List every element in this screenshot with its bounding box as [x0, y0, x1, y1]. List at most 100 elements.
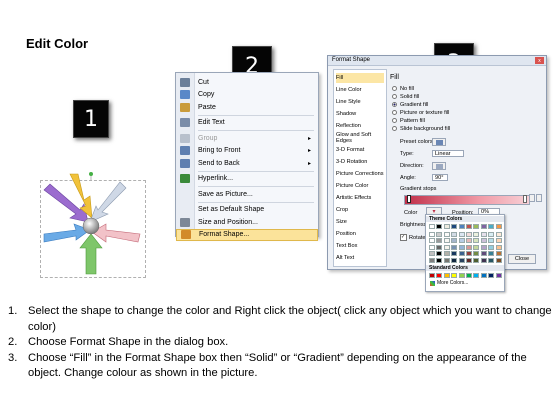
menu-item-11[interactable]: Size and Position...: [176, 216, 318, 228]
theme-color-swatch[interactable]: [473, 238, 480, 243]
standard-color-swatch[interactable]: [436, 273, 443, 278]
theme-color-swatch[interactable]: [466, 238, 472, 243]
theme-color-swatch[interactable]: [466, 231, 472, 237]
theme-color-swatch[interactable]: [458, 224, 465, 229]
theme-color-swatch[interactable]: [473, 257, 480, 263]
standard-color-swatch[interactable]: [466, 273, 472, 278]
theme-color-swatch[interactable]: [466, 251, 472, 256]
theme-color-swatch[interactable]: [473, 244, 480, 250]
fill-option[interactable]: Slide background fill: [392, 125, 450, 132]
theme-color-swatch[interactable]: [451, 251, 458, 256]
menu-item-9[interactable]: Save as Picture...: [176, 188, 318, 200]
menu-item-12[interactable]: Format Shape...: [176, 228, 318, 241]
menu-item-7[interactable]: Send to Back ▸: [176, 157, 318, 169]
add-stop-button[interactable]: [529, 194, 535, 202]
theme-color-swatch[interactable]: [451, 238, 458, 243]
radio-button[interactable]: [392, 102, 397, 107]
theme-color-swatch[interactable]: [488, 251, 495, 256]
category-item[interactable]: Shadow: [336, 109, 384, 119]
menu-item-6[interactable]: Bring to Front ▸: [176, 145, 318, 157]
theme-color-swatch[interactable]: [480, 224, 487, 229]
theme-color-swatch[interactable]: [443, 251, 450, 256]
menu-item-4[interactable]: Edit Text: [176, 117, 318, 129]
theme-color-swatch[interactable]: [466, 224, 472, 229]
fill-option[interactable]: Solid fill: [392, 93, 419, 100]
theme-color-swatch[interactable]: [495, 244, 502, 250]
theme-color-swatch[interactable]: [429, 231, 435, 237]
category-item[interactable]: Picture Color: [336, 181, 384, 191]
theme-color-swatch[interactable]: [480, 231, 487, 237]
theme-color-swatch[interactable]: [429, 257, 435, 263]
gradient-stop-1[interactable]: [407, 195, 411, 203]
gradient-stop-2[interactable]: [523, 195, 527, 203]
category-item[interactable]: Line Color: [336, 85, 384, 95]
menu-item-1[interactable]: Cut: [176, 76, 318, 88]
direction-dropdown[interactable]: [432, 162, 446, 170]
close-button[interactable]: Close: [508, 254, 536, 264]
theme-color-swatch[interactable]: [480, 251, 487, 256]
standard-color-swatch[interactable]: [473, 273, 480, 278]
theme-color-swatch[interactable]: [488, 224, 495, 229]
theme-color-swatch[interactable]: [488, 231, 495, 237]
theme-color-swatch[interactable]: [436, 244, 443, 250]
radio-button[interactable]: [392, 86, 397, 91]
theme-color-swatch[interactable]: [466, 257, 472, 263]
category-item[interactable]: Glow and Soft Edges: [336, 132, 384, 144]
remove-stop-button[interactable]: [536, 194, 542, 202]
theme-color-swatch[interactable]: [451, 257, 458, 263]
theme-color-swatch[interactable]: [451, 244, 458, 250]
converging-arrows-shape[interactable]: [40, 170, 150, 280]
category-item[interactable]: Artistic Effects: [336, 193, 384, 203]
theme-color-swatch[interactable]: [473, 231, 480, 237]
theme-color-swatch[interactable]: [436, 231, 443, 237]
theme-color-swatch[interactable]: [480, 244, 487, 250]
category-item[interactable]: 3-D Rotation: [336, 157, 384, 167]
radio-button[interactable]: [392, 110, 397, 115]
menu-item-3[interactable]: Paste: [176, 101, 318, 113]
theme-color-swatch[interactable]: [473, 251, 480, 256]
theme-color-swatch[interactable]: [488, 238, 495, 243]
category-item[interactable]: Crop: [336, 205, 384, 215]
theme-color-swatch[interactable]: [458, 257, 465, 263]
standard-color-swatch[interactable]: [443, 273, 450, 278]
theme-color-swatch[interactable]: [488, 244, 495, 250]
theme-color-swatch[interactable]: [488, 257, 495, 263]
close-icon[interactable]: x: [535, 57, 544, 64]
more-colors-option[interactable]: More Colors...: [430, 280, 468, 286]
theme-color-swatch[interactable]: [443, 238, 450, 243]
theme-color-swatch[interactable]: [436, 238, 443, 243]
theme-color-swatch[interactable]: [495, 257, 502, 263]
theme-color-swatch[interactable]: [458, 231, 465, 237]
fill-option[interactable]: Gradient fill: [392, 101, 428, 108]
theme-color-swatch[interactable]: [429, 244, 435, 250]
preset-colors-dropdown[interactable]: [432, 138, 446, 146]
type-select[interactable]: Linear: [432, 150, 464, 157]
category-item[interactable]: Size: [336, 217, 384, 227]
standard-color-swatch[interactable]: [429, 273, 435, 278]
menu-item-2[interactable]: Copy: [176, 89, 318, 101]
category-item[interactable]: Line Style: [336, 97, 384, 107]
theme-color-swatch[interactable]: [443, 231, 450, 237]
theme-color-swatch[interactable]: [451, 231, 458, 237]
theme-color-swatch[interactable]: [436, 224, 443, 229]
standard-color-swatch[interactable]: [495, 273, 502, 278]
category-item[interactable]: Picture Corrections: [336, 169, 384, 179]
theme-color-swatch[interactable]: [480, 257, 487, 263]
rotate-checkbox[interactable]: ✓: [400, 234, 407, 241]
radio-button[interactable]: [392, 118, 397, 123]
angle-input[interactable]: 90°: [432, 174, 448, 181]
theme-color-swatch[interactable]: [495, 238, 502, 243]
theme-color-swatch[interactable]: [473, 224, 480, 229]
theme-color-swatch[interactable]: [458, 251, 465, 256]
category-item[interactable]: Text Box: [336, 241, 384, 251]
category-item[interactable]: 3-D Format: [336, 145, 384, 155]
standard-color-swatch[interactable]: [480, 273, 487, 278]
theme-color-swatch[interactable]: [466, 244, 472, 250]
theme-color-swatch[interactable]: [429, 238, 435, 243]
category-item[interactable]: Fill: [336, 73, 384, 83]
theme-color-swatch[interactable]: [451, 224, 458, 229]
theme-color-swatch[interactable]: [458, 238, 465, 243]
fill-option[interactable]: Picture or texture fill: [392, 109, 449, 116]
standard-color-swatch[interactable]: [488, 273, 495, 278]
fill-option[interactable]: Pattern fill: [392, 117, 425, 124]
